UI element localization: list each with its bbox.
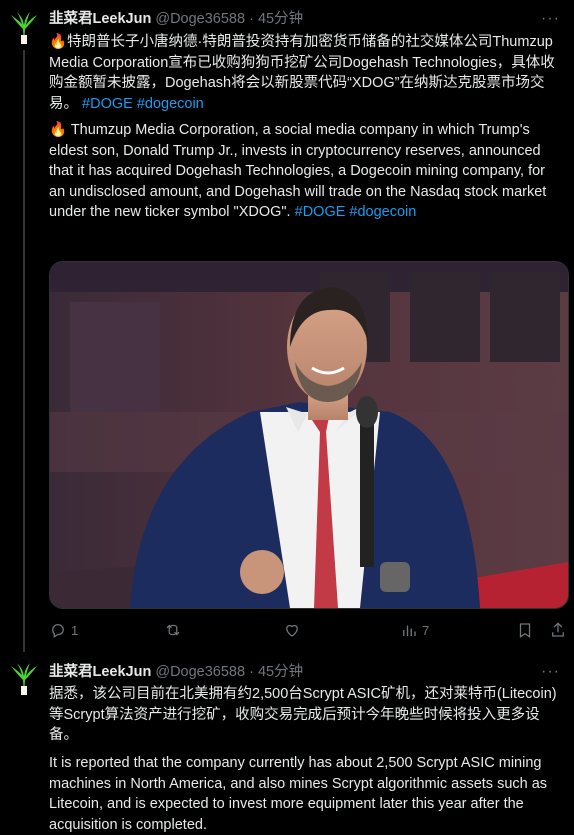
views-count: 7 bbox=[422, 622, 430, 638]
tweet-actions: 1 7 bbox=[49, 618, 567, 642]
retweet-icon bbox=[166, 624, 180, 636]
avatar-leek-icon[interactable] bbox=[8, 662, 40, 696]
timestamp[interactable]: 45分钟 bbox=[258, 11, 303, 27]
tweet-header: 韭菜君LeekJun @Doge36588 · 45分钟 bbox=[49, 662, 303, 682]
tweet-2[interactable]: 韭菜君LeekJun @Doge36588 · 45分钟 ··· 据悉，该公司目… bbox=[0, 653, 574, 834]
tweet-text-english: 🔥 Thumzup Media Corporation, a social me… bbox=[49, 120, 565, 223]
dot-separator: · bbox=[249, 11, 254, 27]
tweet-text-chinese: 据悉，该公司目前在北美拥有约2,500台Scrypt ASIC矿机，还对莱特币(… bbox=[49, 686, 557, 743]
bookmark-icon bbox=[519, 623, 531, 638]
views-button[interactable]: 7 bbox=[400, 618, 429, 642]
retweet-button[interactable] bbox=[164, 618, 186, 642]
like-button[interactable] bbox=[283, 618, 305, 642]
tweet-text-english: It is reported that the company currentl… bbox=[49, 755, 548, 833]
like-icon bbox=[286, 624, 298, 637]
author-handle[interactable]: @Doge36588 bbox=[155, 664, 245, 680]
more-icon[interactable]: ··· bbox=[541, 11, 560, 27]
dot-separator: · bbox=[249, 664, 254, 680]
share-button[interactable] bbox=[549, 618, 567, 642]
author-name[interactable]: 韭菜君LeekJun bbox=[49, 664, 151, 680]
reply-icon bbox=[52, 624, 64, 638]
reply-button[interactable]: 1 bbox=[49, 618, 78, 642]
author-name[interactable]: 韭菜君LeekJun bbox=[49, 11, 151, 27]
more-icon[interactable]: ··· bbox=[541, 664, 560, 680]
views-icon bbox=[403, 625, 416, 636]
reply-count: 1 bbox=[71, 622, 79, 638]
hashtag-dogecoin[interactable]: #dogecoin bbox=[349, 204, 416, 220]
timestamp[interactable]: 45分钟 bbox=[258, 664, 303, 680]
tweet-1[interactable]: 韭菜君LeekJun @Doge36588 · 45分钟 ··· 🔥特朗普长子小… bbox=[0, 0, 574, 652]
bookmark-button[interactable] bbox=[516, 618, 534, 642]
tweet-photo[interactable] bbox=[49, 261, 569, 609]
tweet-header: 韭菜君LeekJun @Doge36588 · 45分钟 bbox=[49, 9, 303, 29]
avatar-leek-icon[interactable] bbox=[8, 11, 40, 45]
thread-connector bbox=[23, 50, 25, 652]
tweet-text-chinese: 🔥特朗普长子小唐纳德·特朗普投资持有加密货币储备的社交媒体公司Thumzup M… bbox=[49, 32, 565, 114]
author-handle[interactable]: @Doge36588 bbox=[155, 11, 245, 27]
hashtags-chinese[interactable]: #DOGE #dogecoin bbox=[82, 96, 204, 112]
share-icon bbox=[552, 622, 564, 637]
hashtag-doge[interactable]: #DOGE bbox=[295, 204, 346, 220]
